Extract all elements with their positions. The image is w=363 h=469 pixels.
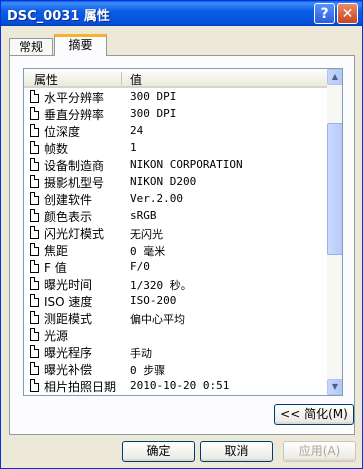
document-icon bbox=[30, 124, 39, 137]
document-icon bbox=[30, 294, 39, 307]
property-name: ISO 速度 bbox=[44, 295, 93, 309]
property-name: 光源 bbox=[44, 329, 69, 343]
property-value: sRGB bbox=[130, 209, 157, 222]
property-value: 0 步骤 bbox=[130, 364, 166, 377]
document-icon bbox=[30, 277, 39, 290]
property-name: F 值 bbox=[44, 261, 67, 275]
document-icon bbox=[30, 107, 39, 120]
document-icon bbox=[30, 141, 39, 154]
document-icon bbox=[30, 379, 39, 392]
title-bar[interactable]: DSC_0031 属性 ? ✕ bbox=[1, 1, 362, 26]
document-icon bbox=[30, 90, 39, 103]
property-value: 300 DPI bbox=[130, 90, 177, 103]
property-value: 0 毫米 bbox=[130, 245, 166, 258]
property-value: 无闪光 bbox=[130, 228, 163, 241]
cancel-button[interactable]: 取消 bbox=[200, 441, 273, 462]
table-row[interactable]: 相片拍照日期 2010-10-20 0:51 bbox=[24, 377, 327, 395]
document-icon bbox=[30, 362, 39, 375]
property-value: NIKON D200 bbox=[130, 175, 197, 188]
property-value: Ver.2.00 bbox=[130, 192, 183, 205]
property-value: 1/320 秒。 bbox=[130, 279, 192, 292]
column-divider[interactable] bbox=[121, 72, 122, 85]
document-icon bbox=[30, 243, 39, 256]
property-name: 水平分辨率 bbox=[44, 91, 105, 105]
property-value: 1 bbox=[130, 141, 137, 154]
property-value: NIKON CORPORATION bbox=[130, 158, 243, 171]
document-icon bbox=[30, 192, 39, 205]
document-icon bbox=[30, 158, 39, 171]
property-list: 属性 值 水平分辨率 300 DPI 垂直分辨率 300 DPI 位深度 24 帧数 1 设备制… bbox=[23, 68, 343, 396]
document-icon bbox=[30, 209, 39, 222]
property-name: 摄影机型号 bbox=[44, 176, 105, 190]
property-value: 偏中心平均 bbox=[130, 313, 185, 326]
property-name: 测距模式 bbox=[44, 312, 93, 326]
property-value: 300 DPI bbox=[130, 107, 177, 120]
simplify-button[interactable]: << 简化(M) bbox=[274, 404, 354, 425]
list-header: 属性 值 bbox=[24, 69, 327, 88]
document-icon bbox=[30, 311, 39, 324]
window-title: DSC_0031 属性 bbox=[7, 9, 110, 24]
property-name: 相片拍照日期 bbox=[44, 380, 117, 394]
property-name: 垂直分辨率 bbox=[44, 108, 105, 122]
property-name: 设备制造商 bbox=[44, 159, 105, 173]
scroll-thumb[interactable] bbox=[327, 123, 342, 255]
tab-summary[interactable]: 摘要 bbox=[54, 34, 107, 56]
document-icon bbox=[30, 328, 39, 341]
scroll-up-button[interactable]: ▲ bbox=[327, 69, 342, 85]
property-value: 2010-10-20 0:51 bbox=[130, 379, 230, 392]
document-icon bbox=[30, 175, 39, 188]
document-icon bbox=[30, 260, 39, 273]
column-header-property[interactable]: 属性 bbox=[34, 71, 58, 88]
ok-button[interactable]: 确定 bbox=[122, 441, 195, 462]
property-name: 曝光程序 bbox=[44, 346, 93, 360]
close-button[interactable]: ✕ bbox=[337, 3, 358, 24]
property-value: 24 bbox=[130, 124, 144, 137]
property-value: 手动 bbox=[130, 347, 152, 360]
property-name: 创建软件 bbox=[44, 193, 93, 207]
scroll-down-button[interactable]: ▼ bbox=[327, 379, 342, 395]
property-name: 闪光灯模式 bbox=[44, 227, 105, 241]
vertical-scrollbar[interactable]: ▲ ▼ bbox=[327, 69, 342, 395]
document-icon bbox=[30, 226, 39, 239]
property-value: ISO-200 bbox=[130, 294, 177, 307]
property-name: 曝光补偿 bbox=[44, 363, 93, 377]
tab-general[interactable]: 常规 bbox=[9, 38, 53, 55]
document-icon bbox=[30, 345, 39, 358]
property-name: 帧数 bbox=[44, 142, 69, 156]
property-name: 位深度 bbox=[44, 125, 81, 139]
help-button[interactable]: ? bbox=[314, 3, 335, 24]
property-value: F/0 bbox=[130, 260, 150, 273]
property-name: 颜色表示 bbox=[44, 210, 93, 224]
property-name: 焦距 bbox=[44, 244, 69, 258]
column-header-value[interactable]: 值 bbox=[130, 71, 142, 88]
property-name: 曝光时间 bbox=[44, 278, 93, 292]
apply-button: 应用(A) bbox=[283, 441, 356, 462]
